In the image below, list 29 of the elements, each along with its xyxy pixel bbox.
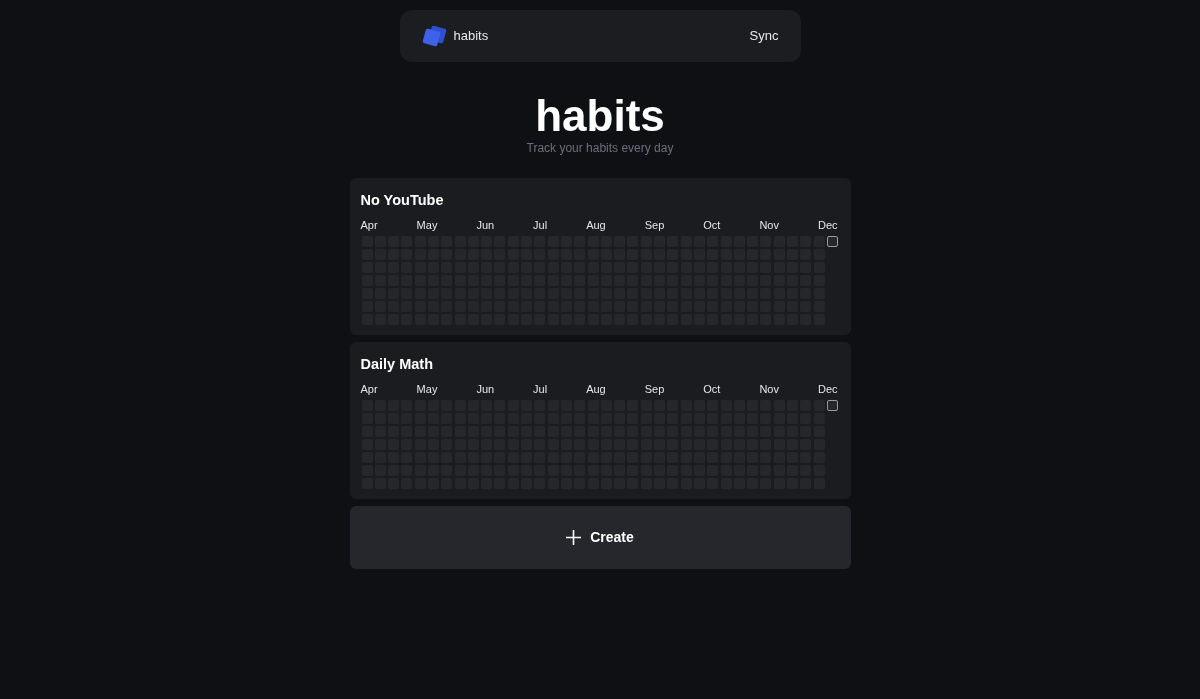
month-label: Dec (817, 219, 838, 232)
create-button[interactable]: Create (349, 506, 851, 569)
page-title: habits (535, 94, 665, 138)
month-label: Nov (759, 383, 779, 396)
today-checkbox[interactable] (826, 236, 838, 247)
month-label: Oct (703, 219, 721, 232)
habit-name: No YouTube (360, 192, 444, 208)
month-label: Oct (703, 383, 721, 396)
brand-name[interactable]: habits (453, 26, 489, 46)
month-label: Jun (476, 383, 495, 396)
month-label: Dec (817, 383, 838, 396)
month-label: May (416, 383, 438, 396)
month-label: Jul (533, 219, 548, 232)
month-label: Sep (644, 383, 665, 396)
month-label: Sep (644, 219, 665, 232)
month-label: Aug (586, 219, 606, 232)
month-label: Aug (586, 383, 606, 396)
plus-icon (566, 530, 582, 545)
month-label: Jun (476, 219, 495, 232)
page-subtitle: Track your habits every day (526, 141, 674, 155)
today-checkbox[interactable] (826, 400, 838, 411)
sync-button[interactable]: Sync (749, 26, 779, 46)
month-label: May (416, 219, 438, 232)
habit-name: Daily Math (360, 356, 433, 372)
month-label: Apr (360, 219, 378, 232)
logo-icon (420, 25, 448, 47)
month-label: Nov (759, 219, 779, 232)
month-label: Jul (533, 383, 548, 396)
month-label: Apr (360, 383, 378, 396)
